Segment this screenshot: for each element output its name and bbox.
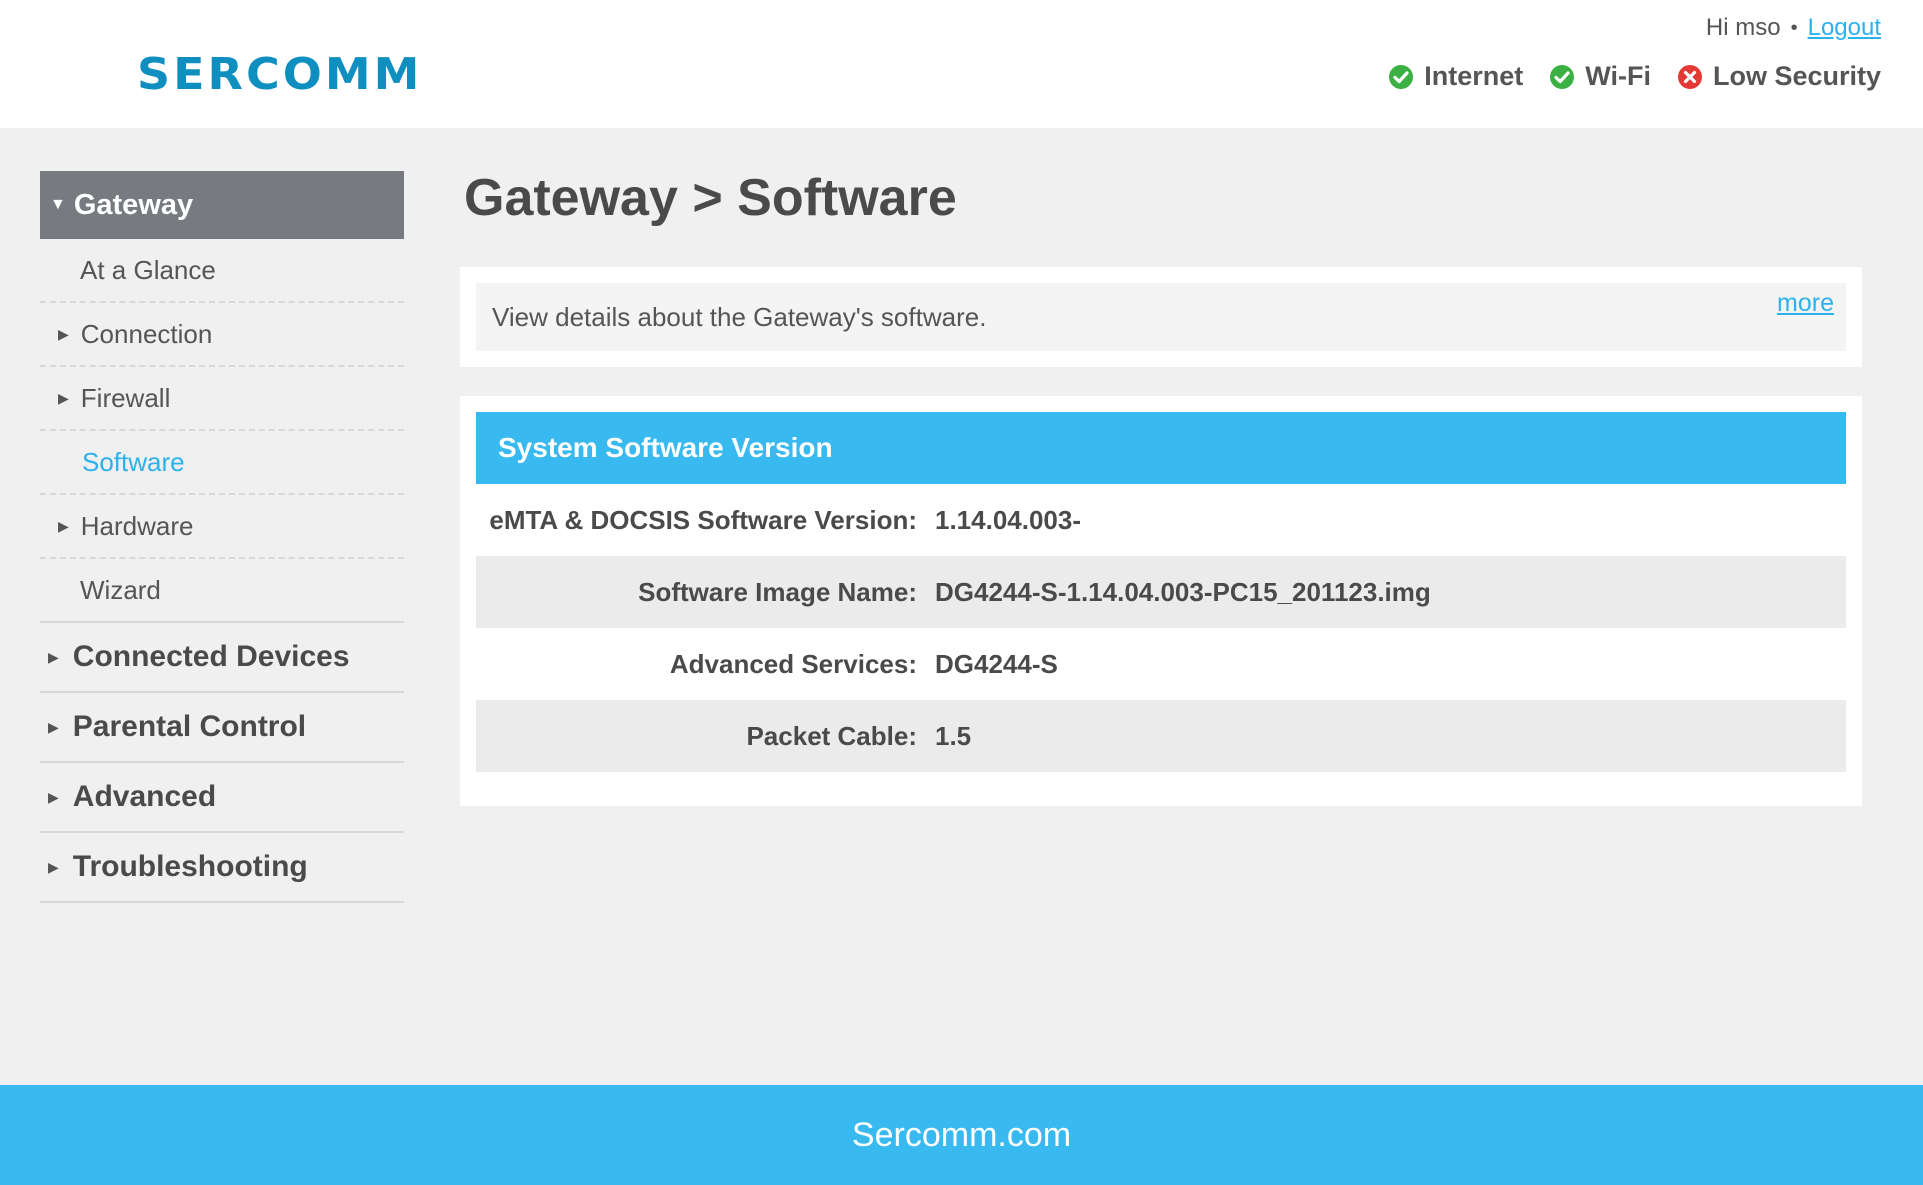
sidebar-item-connected-devices[interactable]: ▶ Connected Devices: [40, 623, 404, 693]
caret-right-icon: ▶: [58, 389, 69, 406]
sidebar-item-label: Advanced: [72, 780, 217, 813]
sidebar-section-label: Gateway: [73, 188, 194, 221]
sidebar-item-wizard[interactable]: Wizard: [40, 559, 404, 623]
sidebar-section-gateway[interactable]: ▼ Gateway: [40, 171, 404, 239]
sidebar-item-advanced[interactable]: ▶ Advanced: [40, 763, 404, 833]
page-footer: Sercomm.com: [0, 1085, 1923, 1185]
status-security[interactable]: Low Security: [1677, 61, 1881, 92]
more-link[interactable]: more: [1777, 289, 1834, 318]
table-row: Software Image Name: DG4244-S-1.14.04.00…: [476, 556, 1846, 628]
row-label: Packet Cable:: [746, 720, 917, 751]
sidebar-item-connection[interactable]: ▶ Connection: [40, 303, 404, 367]
sidebar-item-at-a-glance[interactable]: At a Glance: [40, 239, 404, 303]
caret-right-icon: ▶: [48, 718, 59, 735]
sidebar-item-hardware[interactable]: ▶ Hardware: [40, 495, 404, 559]
check-circle-icon: [1389, 64, 1414, 89]
sidebar-item-label: Troubleshooting: [72, 850, 308, 883]
logo-text: SERCOMM: [137, 48, 423, 100]
table-row: Packet Cable: 1.5: [476, 700, 1846, 772]
row-value: DG4244-S: [935, 648, 1058, 679]
status-label: Low Security: [1712, 61, 1881, 91]
row-value: 1.5: [935, 720, 972, 751]
status-internet[interactable]: Internet: [1388, 61, 1523, 92]
row-label: eMTA & DOCSIS Software Version:: [489, 504, 917, 535]
row-value: DG4244-S-1.14.04.003-PC15_201123.img: [935, 576, 1431, 607]
caret-right-icon: ▶: [48, 648, 59, 665]
separator-dot: •: [1790, 16, 1798, 39]
user-info: Hi mso • Logout: [1706, 14, 1881, 42]
status-label: Internet: [1424, 61, 1524, 91]
sidebar-item-label: Software: [82, 446, 185, 477]
sidebar-item-troubleshooting[interactable]: ▶ Troubleshooting: [40, 833, 404, 903]
logout-link[interactable]: Logout: [1808, 14, 1881, 42]
sidebar-item-parental-control[interactable]: ▶ Parental Control: [40, 693, 404, 763]
content-area: ▼ Gateway At a Glance ▶ Connection ▶ Fir…: [0, 128, 1923, 1085]
check-circle-icon: [1550, 64, 1575, 89]
error-circle-icon: [1677, 64, 1702, 89]
sidebar-item-label: Connection: [80, 318, 213, 349]
row-value: 1.14.04.003-: [935, 504, 1082, 535]
row-label: Software Image Name:: [638, 576, 917, 607]
table-row: Advanced Services: DG4244-S: [476, 628, 1846, 700]
sidebar-item-label: Connected Devices: [72, 640, 350, 673]
sidebar-item-label: Firewall: [80, 382, 171, 413]
caret-right-icon: ▶: [48, 858, 59, 875]
sidebar-item-label: At a Glance: [80, 254, 216, 285]
page-title: Gateway > Software: [464, 169, 957, 227]
software-version-module: System Software Version eMTA & DOCSIS So…: [460, 396, 1862, 806]
status-wifi[interactable]: Wi-Fi: [1549, 61, 1651, 92]
info-panel: View details about the Gateway's softwar…: [476, 283, 1846, 351]
info-text: View details about the Gateway's softwar…: [492, 301, 987, 332]
status-label: Wi-Fi: [1585, 61, 1651, 91]
sercomm-logo[interactable]: SERCOMM: [137, 48, 439, 100]
sidebar-item-label: Wizard: [80, 574, 161, 605]
sidebar-item-firewall[interactable]: ▶ Firewall: [40, 367, 404, 431]
module-title: System Software Version: [476, 412, 1846, 484]
table-row: eMTA & DOCSIS Software Version: 1.14.04.…: [476, 484, 1846, 556]
footer-link[interactable]: Sercomm.com: [852, 1116, 1071, 1155]
caret-right-icon: ▶: [58, 325, 69, 342]
sidebar-item-software[interactable]: Software: [40, 431, 404, 495]
greeting-text: Hi mso: [1705, 14, 1781, 41]
row-label: Advanced Services:: [669, 648, 917, 679]
sidebar-nav: ▼ Gateway At a Glance ▶ Connection ▶ Fir…: [40, 171, 404, 903]
sidebar-item-label: Parental Control: [72, 710, 307, 743]
caret-down-icon: ▼: [50, 196, 66, 213]
page-header: SERCOMM Hi mso • Logout Internet Wi-Fi L…: [0, 0, 1923, 128]
sidebar-item-label: Hardware: [80, 510, 194, 541]
info-box: View details about the Gateway's softwar…: [460, 267, 1862, 367]
status-bar: Internet Wi-Fi Low Security: [1362, 61, 1881, 92]
caret-right-icon: ▶: [48, 788, 59, 805]
caret-right-icon: ▶: [58, 517, 69, 534]
